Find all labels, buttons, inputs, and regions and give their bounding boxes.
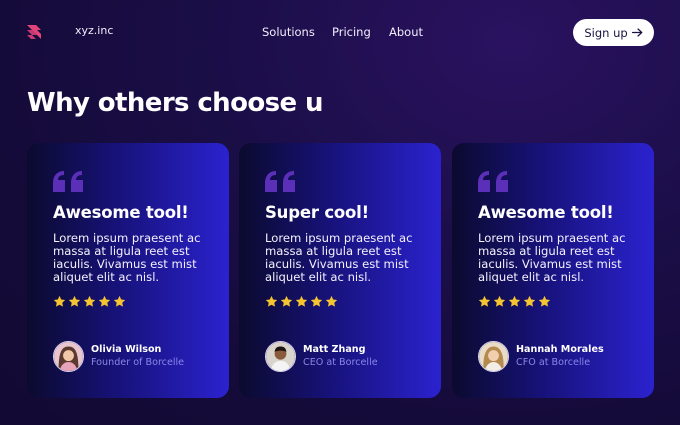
testimonial-body: Lorem ipsum praesent ac massa at ligula … <box>265 231 413 284</box>
avatar <box>53 341 84 372</box>
testimonial-card: Super cool! Lorem ipsum praesent ac mass… <box>239 143 441 398</box>
star-icon <box>98 295 111 307</box>
star-icon <box>295 295 308 307</box>
brand-name[interactable]: xyz.inc <box>75 24 113 37</box>
star-icon <box>325 295 338 307</box>
testimonial-title: Awesome tool! <box>53 203 189 222</box>
star-rating <box>478 295 551 308</box>
quote-icon <box>265 171 295 192</box>
sign-up-label: Sign up <box>584 25 628 40</box>
nav-link-about[interactable]: About <box>389 25 423 39</box>
testimonial-card: Awesome tool! Lorem ipsum praesent ac ma… <box>452 143 654 398</box>
star-icon <box>265 295 278 307</box>
testimonial-card: Awesome tool! Lorem ipsum praesent ac ma… <box>27 143 229 398</box>
testimonial-title: Awesome tool! <box>478 203 614 222</box>
star-icon <box>523 295 536 307</box>
star-icon <box>53 295 66 307</box>
arrow-right-icon <box>631 28 643 37</box>
testimonial-body: Lorem ipsum praesent ac massa at ligula … <box>53 231 201 284</box>
section-heading: Why others choose u <box>27 88 323 118</box>
avatar <box>265 341 296 372</box>
reviewer-role: CEO at Borcelle <box>303 357 378 368</box>
reviewer-name: Hannah Morales <box>516 344 604 355</box>
star-icon <box>68 295 81 307</box>
reviewer-role: CFO at Borcelle <box>516 357 591 368</box>
nav-link-pricing[interactable]: Pricing <box>332 25 371 39</box>
reviewer-name: Matt Zhang <box>303 344 366 355</box>
brand-logo-icon[interactable] <box>26 24 42 40</box>
star-icon <box>280 295 293 307</box>
star-icon <box>83 295 96 307</box>
reviewer-role: Founder of Borcelle <box>91 357 185 368</box>
star-icon <box>113 295 126 307</box>
quote-icon <box>478 171 508 192</box>
testimonial-title: Super cool! <box>265 203 369 222</box>
star-rating <box>265 295 338 308</box>
nav-link-solutions[interactable]: Solutions <box>262 25 315 39</box>
quote-icon <box>53 171 83 192</box>
star-rating <box>53 295 126 308</box>
avatar <box>478 341 509 372</box>
reviewer-name: Olivia Wilson <box>91 344 162 355</box>
star-icon <box>538 295 551 307</box>
star-icon <box>478 295 491 307</box>
star-icon <box>493 295 506 307</box>
star-icon <box>310 295 323 307</box>
top-navigation: xyz.inc Solutions Pricing About Sign up <box>0 0 680 64</box>
star-icon <box>508 295 521 307</box>
testimonial-body: Lorem ipsum praesent ac massa at ligula … <box>478 231 626 284</box>
sign-up-button[interactable]: Sign up <box>573 19 654 46</box>
